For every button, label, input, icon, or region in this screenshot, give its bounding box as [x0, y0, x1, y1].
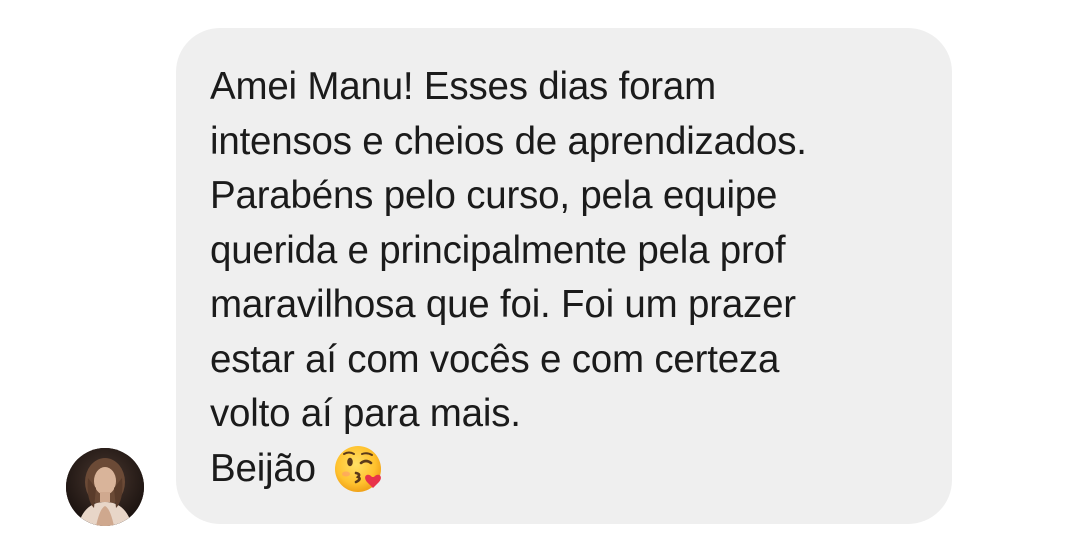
message-row: Amei Manu! Esses dias foram intensos e c…: [0, 0, 1075, 547]
message-line: estar aí com vocês e com certeza: [210, 337, 780, 381]
avatar[interactable]: [66, 448, 144, 526]
message-line: querida e principalmente pela prof: [210, 228, 786, 272]
profile-photo-icon: [66, 448, 144, 526]
message-line: Amei Manu! Esses dias foram: [210, 65, 716, 108]
face-blowing-a-kiss-icon: [334, 443, 386, 495]
message-line: intensos e cheios de aprendizados.: [210, 119, 807, 163]
message-line: volto aí para mais.: [210, 392, 521, 435]
sign-off-line: Beijão: [210, 442, 922, 497]
sign-off-text: Beijão: [210, 446, 316, 490]
message-bubble[interactable]: Amei Manu! Esses dias foram intensos e c…: [176, 28, 952, 524]
message-line: Parabéns pelo curso, pela equipe: [210, 174, 778, 217]
message-line: maravilhosa que foi. Foi um prazer: [210, 283, 796, 326]
